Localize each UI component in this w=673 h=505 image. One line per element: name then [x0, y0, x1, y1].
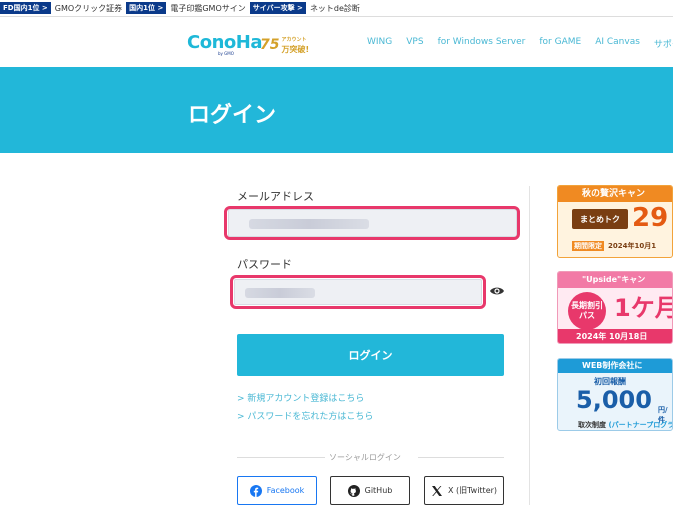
- anniversary-badge: 75 アカウント 万突破!: [260, 34, 309, 56]
- nav-item-vps[interactable]: VPS: [406, 37, 423, 50]
- anniversary-main: 万突破!: [281, 45, 310, 54]
- main-nav: WING VPS for Windows Server for GAME AI …: [367, 37, 673, 50]
- github-login-button[interactable]: GitHub: [330, 476, 410, 505]
- banner3-footer-note: (パートナープログラ: [608, 421, 673, 429]
- nav-item-ai-canvas[interactable]: AI Canvas: [595, 37, 640, 50]
- gmo-ad-text: 電子印鑑GMOサイン: [170, 3, 246, 13]
- gmo-ad-badge: FD国内1位 >: [0, 2, 51, 14]
- gmo-group-ad-bar: FD国内1位 > GMOクリック証券 国内1位 > 電子印鑑GMOサイン サイバ…: [0, 0, 673, 17]
- facebook-login-button[interactable]: Facebook: [237, 476, 317, 505]
- banner3-title: WEB制作会社に: [558, 359, 672, 373]
- vertical-separator: [529, 186, 530, 505]
- anniversary-small: アカウント: [281, 37, 307, 43]
- password-label: パスワード: [237, 258, 292, 271]
- banner3-amount: 5,000: [576, 386, 652, 414]
- banner1-title: 秋の贅沢キャン: [558, 186, 672, 202]
- banner2-circle: 長期割引パス: [568, 292, 606, 330]
- anniversary-number: 75: [260, 37, 280, 53]
- anniversary-text: アカウント 万突破!: [281, 36, 309, 54]
- social-login-label: ソーシャルログイン: [329, 452, 401, 463]
- facebook-icon: [249, 484, 262, 497]
- nav-item-wing[interactable]: WING: [367, 37, 392, 50]
- page-hero: ログイン: [0, 67, 673, 153]
- gmo-ad-text: ネットde診断: [309, 3, 360, 13]
- signup-link[interactable]: > 新規アカウント登録はこちら: [237, 391, 364, 404]
- banner2-title: "Upside"キャン: [558, 272, 672, 288]
- logo-subtext: by GMO: [218, 51, 234, 56]
- divider-left: [237, 457, 325, 458]
- banner1-tag: まとめトク: [572, 209, 628, 229]
- nav-item-windows-server[interactable]: for Windows Server: [438, 37, 526, 50]
- login-button[interactable]: ログイン: [237, 334, 504, 376]
- email-label: メールアドレス: [237, 190, 314, 203]
- banner3-footer: 取次制度 (パートナープログラ: [578, 420, 673, 430]
- x-label: X (旧Twitter): [447, 486, 498, 495]
- gmo-ad-text: GMOクリック証券: [54, 3, 123, 13]
- nav-item-support[interactable]: サポート: [654, 37, 673, 50]
- banner1-price: 29: [632, 203, 669, 233]
- banner1-period: 期間限定 2024年10月1: [572, 241, 656, 251]
- gmo-ad-item[interactable]: サイバー攻撃 > ネットde診断: [249, 2, 360, 14]
- nav-item-game[interactable]: for GAME: [539, 37, 581, 50]
- upside-campaign-banner[interactable]: "Upside"キャン 長期割引パス 1ケ月 2024年 10月18日: [557, 271, 673, 344]
- gmo-ad-item[interactable]: FD国内1位 > GMOクリック証券: [0, 2, 122, 14]
- conoha-logo[interactable]: ConoHa: [187, 32, 262, 53]
- email-highlight: [224, 206, 520, 240]
- x-icon: [431, 485, 442, 496]
- gmo-ad-item[interactable]: 国内1位 > 電子印鑑GMOサイン: [126, 2, 246, 14]
- gmo-ad-badge: 国内1位 >: [126, 2, 167, 14]
- banner1-period-tag: 期間限定: [572, 241, 604, 251]
- x-login-button[interactable]: X (旧Twitter): [424, 476, 504, 505]
- banner3-footer-text: 取次制度: [578, 421, 606, 429]
- gmo-ad-badge: サイバー攻撃 >: [249, 2, 306, 14]
- github-label: GitHub: [364, 486, 393, 495]
- partner-program-banner[interactable]: WEB制作会社に 初回報酬 5,000 円/件 取次制度 (パートナープログラ: [557, 358, 673, 431]
- forgot-password-link[interactable]: > パスワードを忘れた方はこちら: [237, 409, 373, 422]
- password-highlight: [230, 275, 486, 309]
- banner1-period-date: 2024年10月1: [608, 242, 657, 250]
- divider-right: [418, 457, 504, 458]
- facebook-label: Facebook: [266, 486, 305, 495]
- show-password-icon[interactable]: [489, 285, 505, 297]
- site-header: ConoHa by GMO 75 アカウント 万突破! WING VPS for…: [0, 17, 673, 67]
- banner2-headline: 1ケ月: [614, 294, 673, 322]
- autumn-campaign-banner[interactable]: 秋の贅沢キャン まとめトク 29 期間限定 2024年10月1: [557, 185, 673, 258]
- github-icon: [347, 484, 360, 497]
- banner2-date: 2024年 10月18日: [558, 329, 672, 343]
- page-title: ログイン: [188, 103, 277, 128]
